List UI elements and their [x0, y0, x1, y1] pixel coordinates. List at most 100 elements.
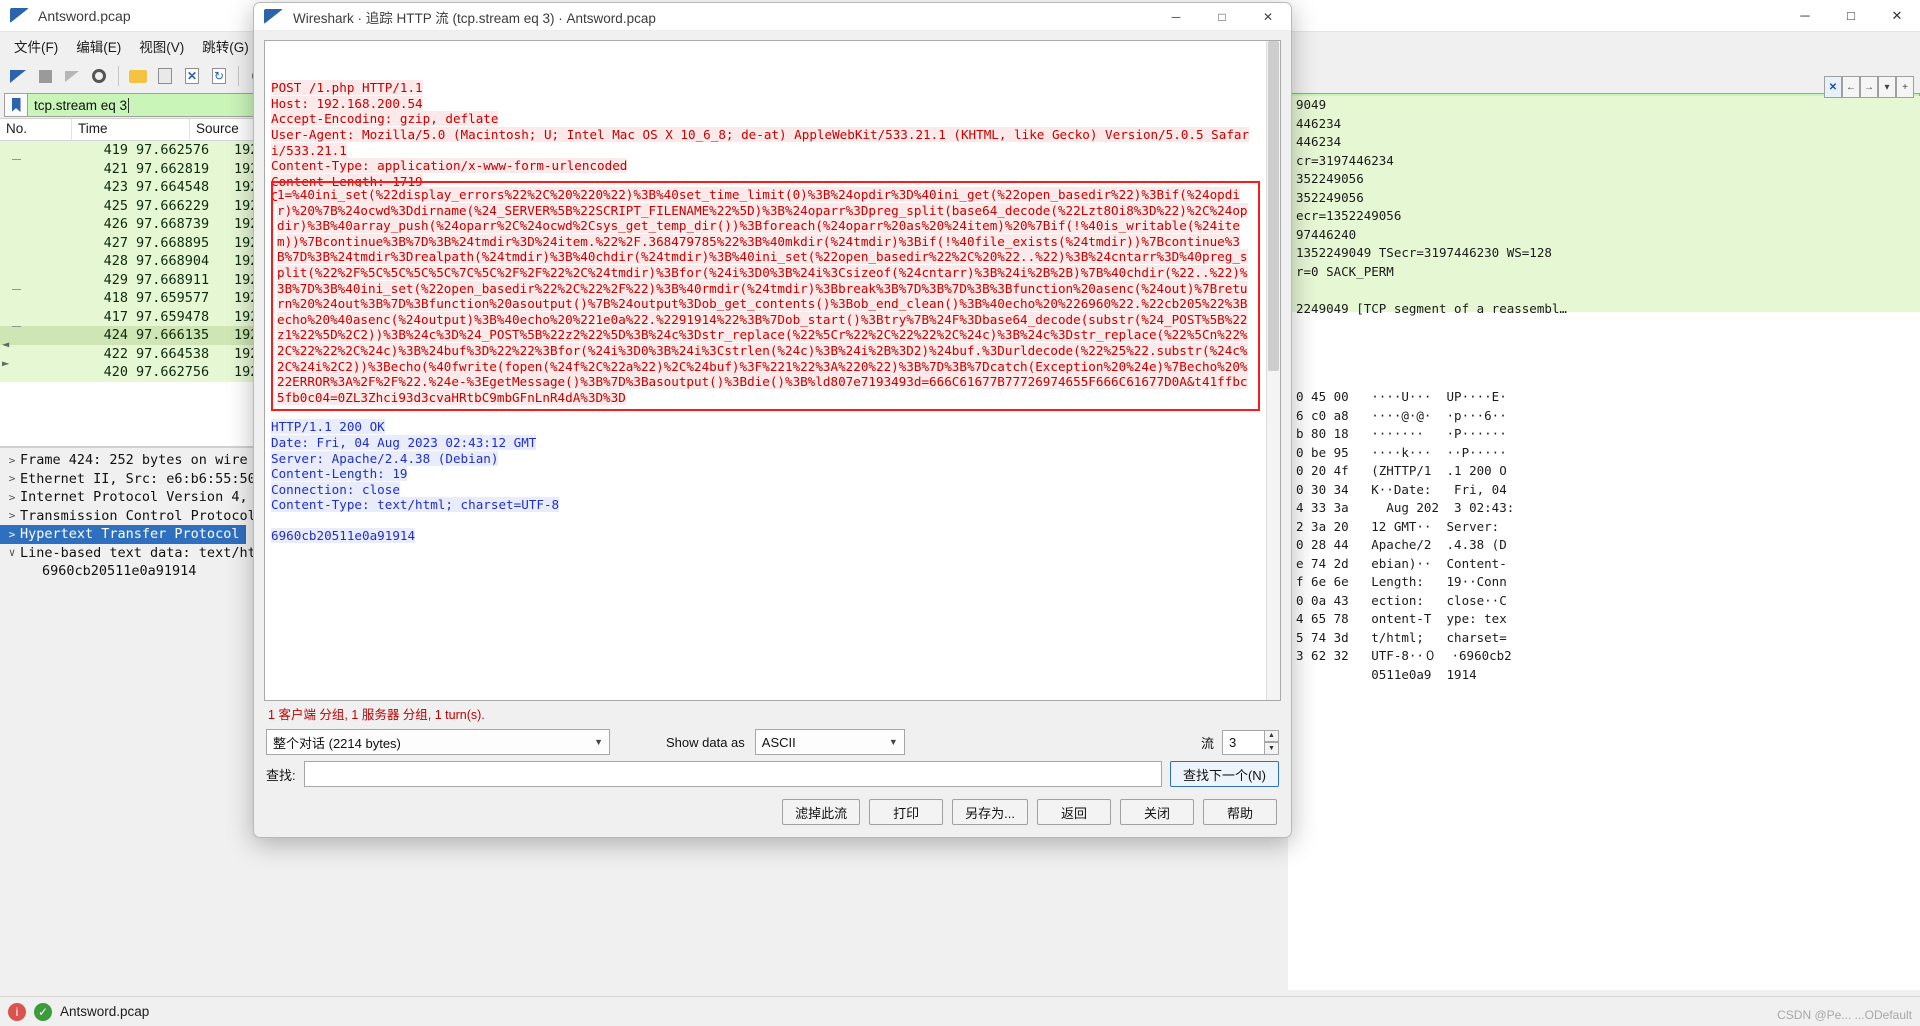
start-capture-icon[interactable] [6, 64, 30, 88]
hex-dump-pane[interactable]: 0 45 00 ····U··· UP····E· 6 c0 a8 ····@·@… [1288, 388, 1920, 990]
conversation-select-value: 整个对话 (2214 bytes) [273, 735, 401, 751]
right-packet-lines: 9049 446234 446234 cr=3197446234 352249056 35… [1288, 96, 1920, 318]
stream-spin-up-icon[interactable]: ▲ [1264, 729, 1279, 742]
stop-capture-icon[interactable] [33, 64, 57, 88]
dialog-close-button[interactable]: ✕ [1245, 3, 1291, 31]
cell-no: 426 [103, 216, 128, 233]
cell-time: 97.668911 [136, 271, 210, 288]
main-close-button[interactable]: ✕ [1874, 0, 1920, 32]
filter-out-stream-button[interactable]: 滤掉此流 [782, 799, 861, 825]
hex-dump-line: 6 c0 a8 ····@·@· ·p···6·· [1296, 407, 1507, 423]
detail-row-label: Frame 424: 252 bytes on wire (2 [20, 452, 272, 469]
filter-bookmark-icon[interactable] [4, 93, 28, 117]
stream-number-input[interactable]: 3 [1222, 729, 1264, 755]
status-client-label: 客户端 分组, [278, 708, 348, 722]
column-header-time[interactable]: Time [72, 119, 190, 140]
status-server-label: 服务器 分组, [361, 708, 432, 722]
request-payload-highlight-box: 1=%40ini_set(%22display_errors%22%2C%20%… [271, 181, 1260, 412]
main-window-controls: ─ □ ✕ [1782, 0, 1920, 32]
filter-clear-icon[interactable]: ✕ [1824, 76, 1842, 98]
stream-content-pane[interactable]: POST /1.php HTTP/1.1 Host: 192.168.200.5… [264, 40, 1281, 701]
stream-options-row: 整个对话 (2214 bytes) ▼ Show data as ASCII ▼… [254, 725, 1291, 759]
close-file-icon[interactable]: ✕ [180, 64, 204, 88]
chevron-down-icon-2: ▼ [888, 737, 898, 747]
menu-file[interactable]: 文件(F) [6, 33, 66, 59]
main-window-title: Antsword.pcap [38, 7, 131, 24]
right-packet-line [1288, 281, 1920, 300]
detail-tree-row[interactable]: > Hypertext Transfer Protocol [0, 525, 246, 544]
cell-time: 97.659577 [136, 290, 210, 307]
print-button[interactable]: 打印 [869, 799, 944, 825]
cell-time: 97.662819 [136, 160, 210, 177]
cell-no: 419 [103, 142, 128, 159]
open-file-icon[interactable] [126, 64, 150, 88]
cell-no: 421 [103, 160, 128, 177]
stream-vertical-scrollbar[interactable] [1266, 41, 1280, 700]
right-packet-line: 352249056 [1296, 189, 1364, 205]
cell-no: 417 [103, 308, 128, 325]
restart-capture-icon[interactable] [60, 64, 84, 88]
chevron-right-icon-tree[interactable]: > [4, 509, 20, 522]
find-next-button[interactable]: 查找下一个(N) [1169, 761, 1279, 787]
stream-number-control: 流 3 ▲ ▼ [1201, 729, 1279, 755]
conversation-select[interactable]: 整个对话 (2214 bytes) ▼ [266, 729, 610, 755]
capture-options-icon[interactable] [87, 64, 111, 88]
cell-no: 424 [103, 327, 128, 344]
filter-expression-icon[interactable]: + [1896, 76, 1914, 98]
stream-scrollbar-thumb[interactable] [1268, 41, 1279, 371]
request-payload-text: 1=%40ini_set(%22display_errors%22%2C%20%… [277, 187, 1248, 405]
wireshark-logo-icon [10, 7, 30, 24]
chevron-right-icon-tree[interactable]: > [4, 454, 20, 467]
detail-row-label: Line-based text data: text/html [20, 544, 272, 561]
reload-file-icon[interactable]: ↻ [207, 64, 231, 88]
filter-back-icon[interactable]: ← [1842, 76, 1860, 98]
cell-time: 97.666229 [136, 197, 210, 214]
menu-go[interactable]: 跳转(G) [194, 33, 257, 59]
menu-edit[interactable]: 编辑(E) [68, 33, 129, 59]
right-packet-line: cr=3197446234 [1296, 152, 1394, 168]
save-file-icon[interactable] [153, 64, 177, 88]
main-minimize-button[interactable]: ─ [1782, 0, 1828, 32]
hex-dump-line: 5 74 3d t/html; charset= [1296, 629, 1507, 645]
right-packet-line: 1352249049 TSecr=3197446230 WS=128 [1296, 245, 1552, 260]
chevron-right-icon-tree[interactable]: > [4, 528, 20, 541]
dialog-maximize-button[interactable]: □ [1199, 3, 1245, 31]
right-packet-panes: 9049 446234 446234 cr=3197446234 352249056 35… [1288, 96, 1920, 990]
column-header-no[interactable]: No. [0, 119, 72, 140]
stream-status-line: 1 客户端 分组, 1 服务器 分组, 1 turn(s). [254, 701, 1291, 725]
capture-file-icon[interactable]: ✓ [34, 1002, 52, 1021]
cell-no: 429 [103, 271, 128, 288]
filter-forward-icon[interactable]: → [1860, 76, 1878, 98]
hex-dump-line: 4 33 3a Aug 202 3 02:43: [1296, 500, 1515, 515]
stream-spinner-buttons: ▲ ▼ [1264, 729, 1279, 755]
chevron-right-icon-tree[interactable]: > [4, 491, 20, 504]
toolbar-separator [118, 66, 119, 86]
find-input[interactable] [303, 761, 1162, 787]
cell-time: 97.668739 [136, 216, 210, 233]
cell-no: 423 [103, 179, 128, 196]
help-button[interactable]: 帮助 [1203, 799, 1277, 825]
response-block: HTTP/1.1 200 OK Date: Fri, 04 Aug 2023 0… [271, 419, 1260, 544]
save-as-button[interactable]: 另存为... [952, 799, 1028, 825]
show-data-as-label: Show data as [666, 734, 745, 750]
right-packet-line: 2249049 [TCP segment of a reassembl… [1296, 300, 1567, 316]
stream-spin-down-icon[interactable]: ▼ [1264, 742, 1279, 755]
menu-view[interactable]: 视图(V) [131, 33, 192, 59]
filter-dropdown-icon[interactable]: ▾ [1878, 76, 1896, 98]
status-server-count: 1 [351, 708, 359, 722]
hex-dump-line: 3 62 32 UTF-8··０ ·6960cb2 [1296, 648, 1512, 663]
main-maximize-button[interactable]: □ [1828, 0, 1874, 32]
show-data-as-select[interactable]: ASCII ▼ [754, 729, 905, 755]
right-packet-line: 9049 [1296, 97, 1327, 112]
expert-info-icon[interactable]: i [8, 1002, 26, 1021]
back-button[interactable]: 返回 [1037, 799, 1111, 825]
chevron-down-icon-tree[interactable]: ∨ [4, 546, 20, 559]
cell-no: 422 [103, 345, 128, 362]
dialog-minimize-button[interactable]: ─ [1153, 3, 1199, 31]
response-header-text: Date: Fri, 04 Aug 2023 02:43:12 GMT Serv… [271, 434, 560, 513]
cell-time: 97.668904 [136, 253, 210, 270]
close-button[interactable]: 关闭 [1120, 799, 1194, 825]
chevron-right-icon-tree[interactable]: > [4, 472, 20, 485]
cell-time: 97.662576 [136, 142, 210, 159]
dialog-wireshark-logo-icon [264, 8, 284, 25]
